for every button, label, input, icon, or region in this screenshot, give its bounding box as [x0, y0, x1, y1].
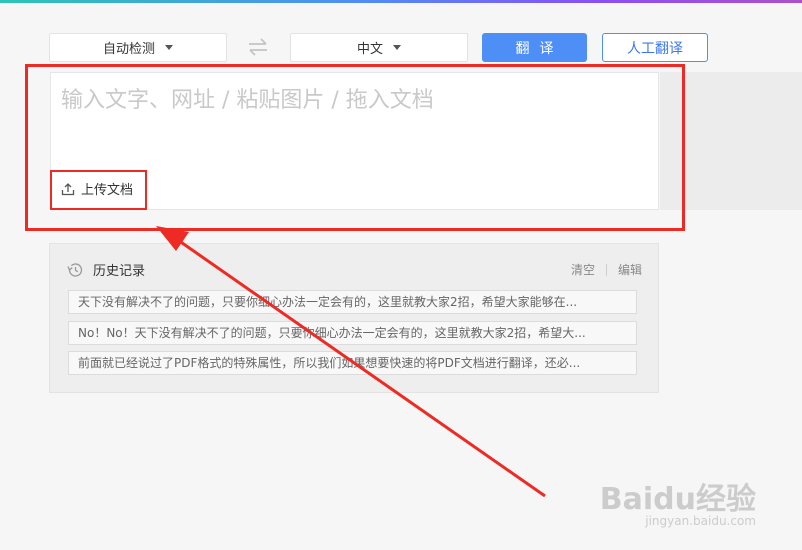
target-language-label: 中文	[356, 42, 383, 57]
clear-history-button[interactable]: 清空	[571, 261, 595, 278]
source-language-select[interactable]: 自动检测	[49, 33, 227, 62]
chevron-down-icon	[165, 45, 173, 50]
upload-icon	[61, 182, 75, 195]
watermark-logo-text: Baidu经验	[599, 482, 756, 517]
swap-icon[interactable]	[246, 36, 270, 58]
chevron-down-icon	[393, 45, 401, 50]
upload-document-label: 上传文档	[81, 183, 134, 198]
history-item[interactable]: No！No！天下没有解决不了的问题，只要你细心办法一定会有的，这里就教大家2招，…	[68, 321, 637, 345]
input-placeholder: 输入文字、网址 / 粘贴图片 / 拖入文档	[61, 88, 434, 113]
source-language-label: 自动检测	[102, 42, 155, 57]
history-item[interactable]: 天下没有解决不了的问题，只要你细心办法一定会有的，这里就教大家2招，希望大家能够…	[68, 290, 637, 314]
human-translate-button[interactable]: 人工翻译	[602, 33, 708, 62]
history-title: 历史记录	[93, 264, 146, 279]
edit-history-button[interactable]: 编辑	[618, 261, 642, 278]
history-clock-icon	[67, 262, 83, 277]
target-language-select[interactable]: 中文	[290, 33, 468, 62]
top-accent-line	[0, 0, 802, 3]
divider	[605, 263, 607, 276]
watermark-url: jingyan.baidu.com	[645, 514, 756, 528]
history-actions: 清空 编辑	[571, 261, 642, 278]
translate-button[interactable]: 翻译	[482, 33, 587, 62]
source-text-input[interactable]: 输入文字、网址 / 粘贴图片 / 拖入文档 上传文档	[50, 72, 659, 210]
output-panel	[660, 72, 802, 210]
history-header: 历史记录	[66, 260, 145, 279]
history-item[interactable]: 前面就已经说过了PDF格式的特殊属性，所以我们如果想要快速的将PDF文档进行翻译…	[68, 351, 637, 375]
history-panel: 历史记录 清空 编辑 天下没有解决不了的问题，只要你细心办法一定会有的，这里就教…	[49, 243, 659, 393]
upload-document-button[interactable]: 上传文档	[61, 179, 133, 198]
